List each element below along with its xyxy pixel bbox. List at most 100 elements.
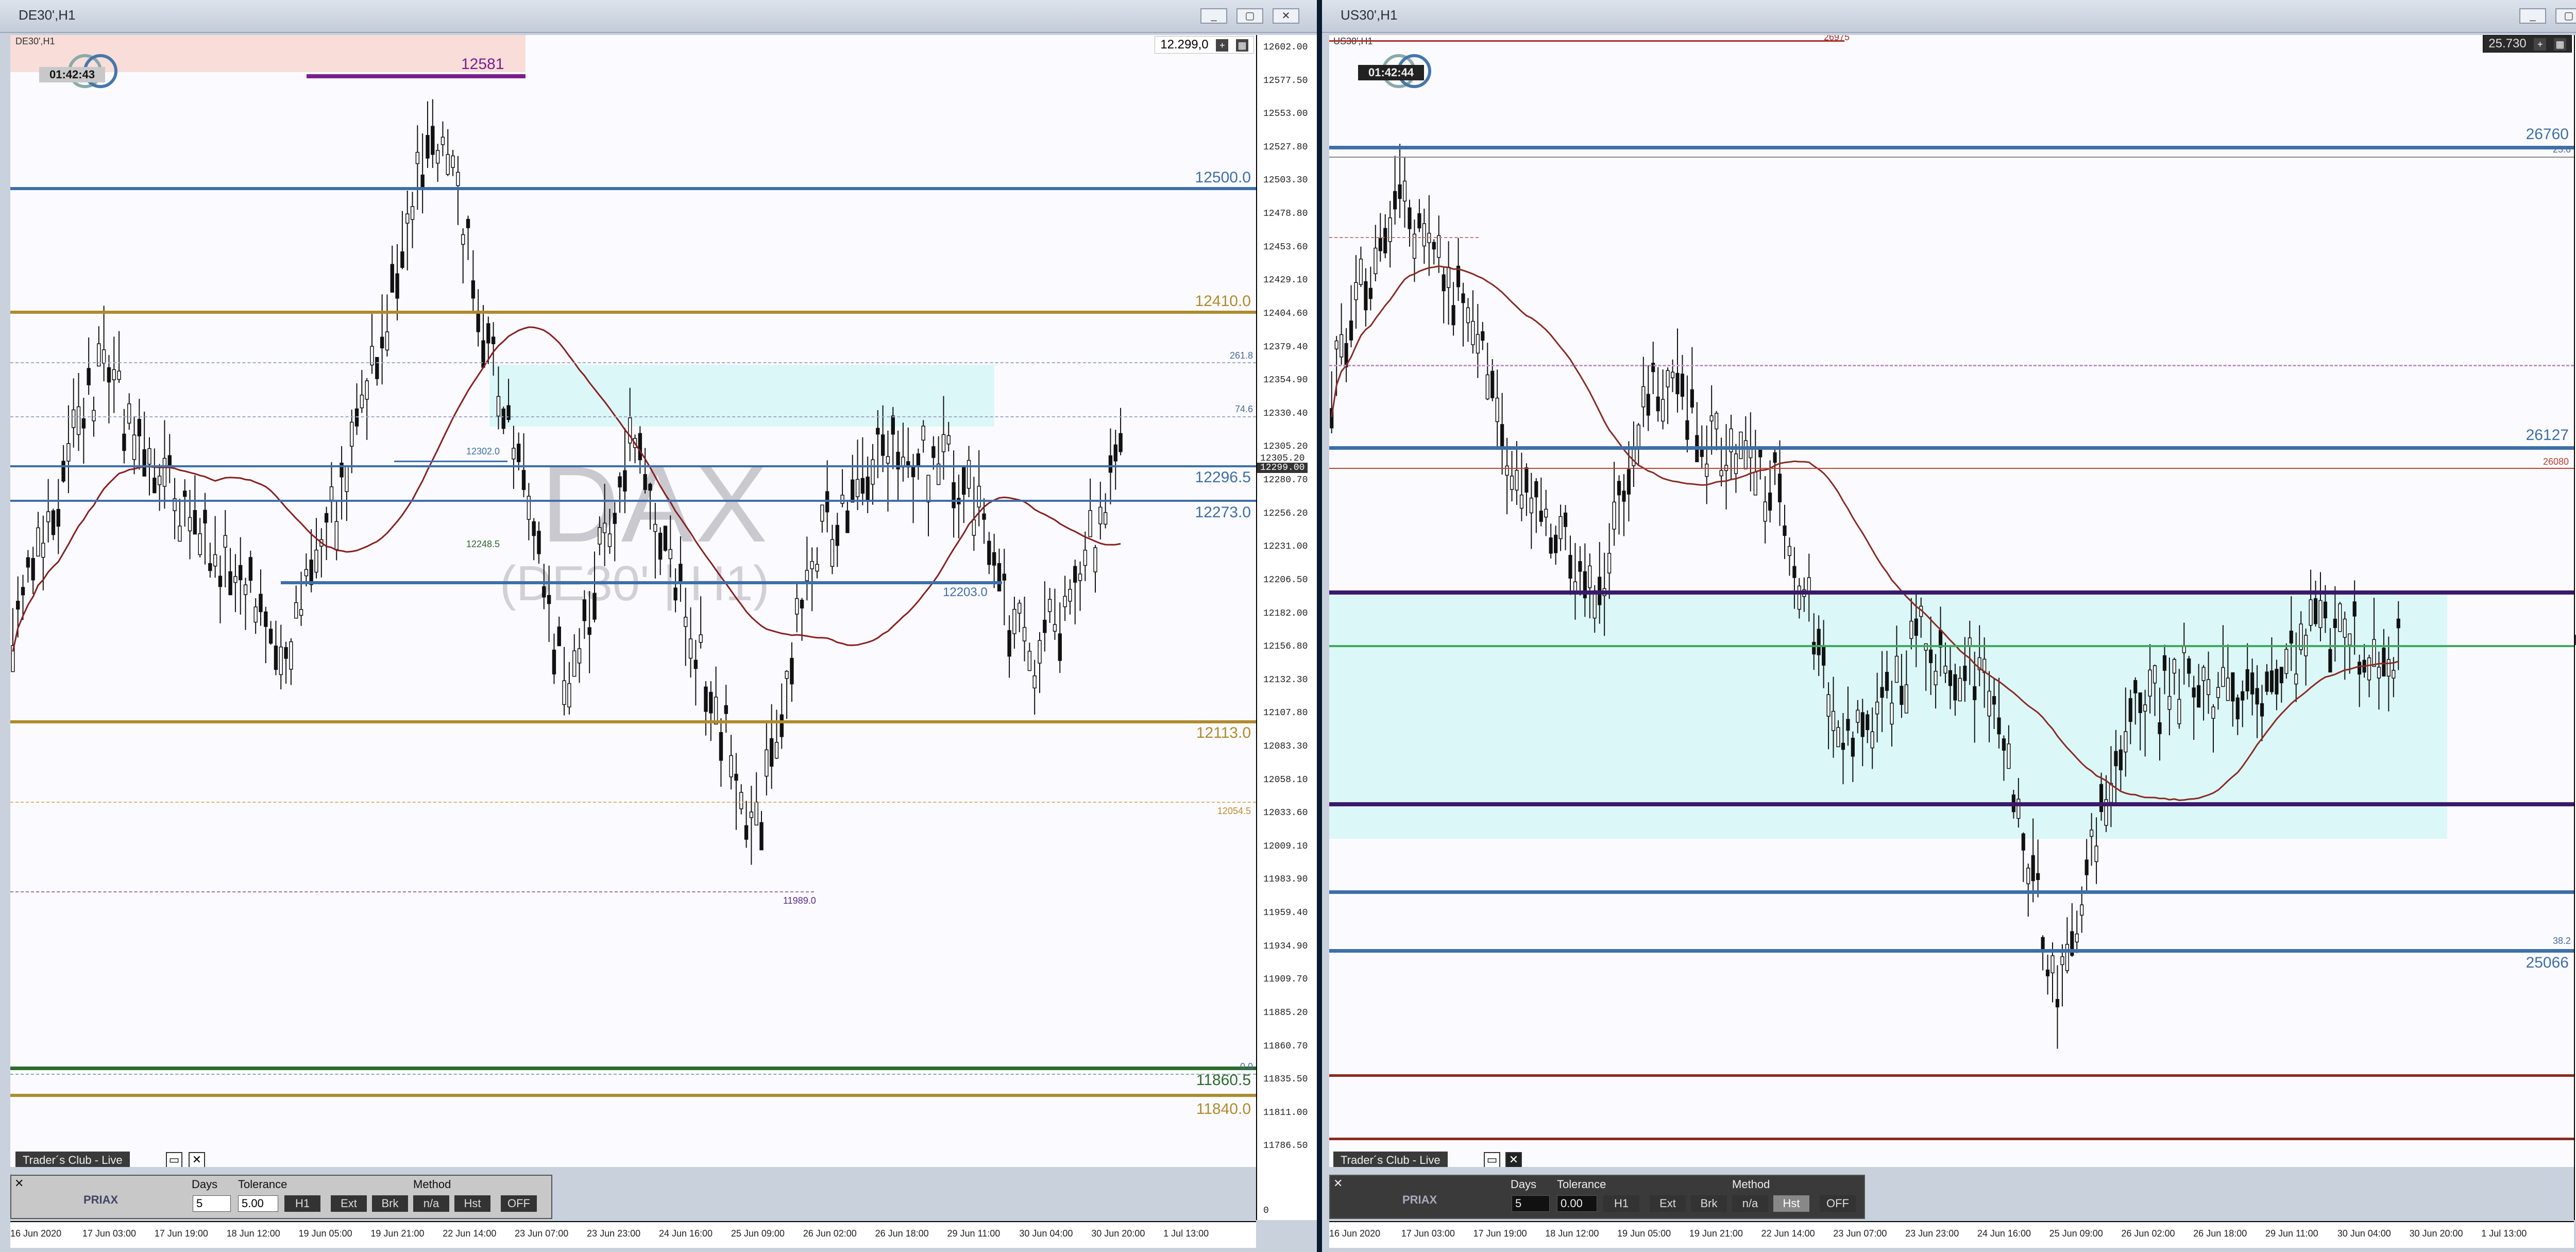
candle-body [1447, 266, 1451, 288]
right-price-axis[interactable]: 26969.3626898.6626822.8526751.9926681.04… [2574, 35, 2576, 1220]
left-ext-button[interactable]: Ext [331, 1195, 367, 1212]
candle-body [1334, 340, 1338, 350]
candle-body [1068, 588, 1072, 602]
candle-body [926, 475, 930, 502]
right-ext-button[interactable]: Ext [1650, 1195, 1686, 1212]
candle-body [891, 415, 895, 435]
left-level-label-12113: 12113.0 [1196, 724, 1251, 741]
right-tolerance-input[interactable]: 0.00 [1557, 1195, 1597, 1212]
right-off-button[interactable]: OFF [1820, 1195, 1856, 1212]
left-h1-button[interactable]: H1 [284, 1195, 320, 1212]
candle-body [1900, 686, 1904, 705]
right-panel-restore-icon[interactable]: ▭ [1484, 1152, 1500, 1167]
right-maximize-button[interactable]: ▢ [2555, 8, 2576, 24]
candle-body [1856, 709, 1860, 723]
right-add-icon[interactable]: + [2534, 38, 2547, 50]
candle-body [157, 476, 162, 485]
right-plot-area[interactable]: US30',H1 01:42:44 26975 26760 23.6 26127… [1329, 35, 2574, 1167]
left-close-button[interactable]: ✕ [1273, 8, 1299, 24]
left-maximize-button[interactable]: ▢ [1236, 8, 1263, 24]
candle-body [2172, 659, 2176, 674]
candle-body [410, 206, 415, 220]
left-x-tick: 30 Jun 20:00 [1091, 1228, 1145, 1239]
left-titlebar[interactable]: DE30',H1 _ ▢ ✕ [0, 0, 1317, 33]
left-panel-tab[interactable]: Trader´s Club - Live [15, 1152, 130, 1167]
candle-body [1402, 180, 1407, 202]
candle-body [1408, 207, 1412, 229]
right-na-button[interactable]: n/a [1732, 1195, 1768, 1212]
window-divider[interactable] [1317, 0, 1322, 1252]
right-brk-button[interactable]: Brk [1691, 1195, 1727, 1212]
left-x-tick: 1 Jul 13:00 [1163, 1228, 1209, 1239]
candle-body [1422, 223, 1426, 247]
candle-body [1715, 413, 1719, 430]
left-x-tick: 23 Jun 23:00 [587, 1228, 641, 1239]
candle-body [426, 135, 430, 159]
left-tolerance-input[interactable]: 5.00 [238, 1195, 278, 1212]
candle-body [101, 349, 106, 364]
left-price-box[interactable]: 12.299,0 + ▦ [1155, 36, 1254, 54]
candle-body [1476, 334, 1480, 354]
right-hst-button[interactable]: Hst [1773, 1195, 1809, 1212]
candle-body [2148, 669, 2152, 697]
right-h1-button[interactable]: H1 [1603, 1195, 1639, 1212]
left-panel-close-icon[interactable]: ✕ [189, 1152, 205, 1167]
candle-body [587, 627, 591, 635]
right-grid-icon[interactable]: ▦ [2554, 38, 2566, 50]
candle-body [2284, 649, 2289, 674]
right-x-tick: 29 Jun 11:00 [2265, 1228, 2318, 1239]
right-days-input[interactable]: 5 [1512, 1195, 1550, 1212]
candle-body [274, 646, 278, 670]
candle-body [324, 513, 329, 523]
left-mid-level-label: 12302.0 [466, 446, 500, 456]
candle-body [1032, 675, 1037, 689]
left-days-input[interactable]: 5 [193, 1195, 231, 1212]
candle-body [1880, 687, 1884, 698]
right-price-box[interactable]: 25.730 + ▦ [2483, 35, 2572, 53]
candle-body [521, 470, 526, 490]
left-add-icon[interactable]: + [1216, 39, 1229, 52]
left-na-button[interactable]: n/a [413, 1195, 449, 1212]
candle-body [1007, 630, 1011, 657]
left-grid-icon[interactable]: ▦ [1236, 39, 1248, 52]
candle-body [1093, 547, 1097, 572]
right-time-axis[interactable]: 16 Jun 2020 17 Jun 03:00 17 Jun 19:00 18 Ju… [1329, 1221, 2574, 1248]
right-x-tick: 17 Jun 19:00 [1473, 1228, 1527, 1239]
left-hst-button[interactable]: Hst [454, 1195, 490, 1212]
right-titlebar[interactable]: US30',H1 _ ▢ ✕ [1322, 0, 2576, 33]
left-panel-x[interactable]: ✕ [14, 1177, 24, 1190]
candle-body [1763, 501, 1767, 522]
right-panel-tab[interactable]: Trader´s Club - Live [1333, 1152, 1448, 1167]
candle-body [2386, 659, 2391, 677]
left-price-axis[interactable]: 12602.00 12577.50 12553.00 12527.80 12503.30… [1256, 35, 1318, 1220]
left-dash-purple [10, 891, 814, 892]
candle-body [1749, 448, 1753, 459]
right-panel-x[interactable]: ✕ [1333, 1177, 1343, 1190]
candle-body [1383, 228, 1387, 253]
left-brk-button[interactable]: Brk [372, 1195, 408, 1212]
right-minimize-button[interactable]: _ [2519, 8, 2546, 24]
left-level-label-11860: 11860.5 [1196, 1072, 1251, 1089]
candle-body [997, 563, 1002, 591]
candle-body [1549, 537, 1553, 554]
candle-body [1481, 331, 1485, 341]
left-panel-restore-icon[interactable]: ▭ [166, 1152, 182, 1167]
candle-body [1987, 690, 1991, 717]
left-minimize-button[interactable]: _ [1200, 8, 1227, 24]
candle-body [1685, 420, 1689, 440]
left-off-button[interactable]: OFF [501, 1195, 537, 1212]
candle-body [1890, 702, 1894, 725]
candle-body [2133, 680, 2138, 693]
candle-body [435, 150, 440, 164]
candle-body [2338, 603, 2342, 632]
candle-body [2124, 731, 2128, 753]
right-x-tick: 23 Jun 07:00 [1833, 1228, 1887, 1239]
candle-body [2138, 692, 2142, 713]
candle-body [2041, 937, 2045, 951]
left-level-label-12296: 12296.5 [1195, 469, 1251, 486]
candle-body [1022, 627, 1027, 641]
candle-body [769, 738, 774, 767]
left-time-axis[interactable]: 16 Jun 2020 17 Jun 03:00 17 Jun 19:00 18 Ju… [10, 1221, 1256, 1248]
right-panel-close-icon[interactable]: ✕ [1505, 1152, 1522, 1167]
left-plot-area[interactable]: DE30',H1 01:42:43 DAX (DE30' | H1) 12500… [10, 35, 1256, 1167]
